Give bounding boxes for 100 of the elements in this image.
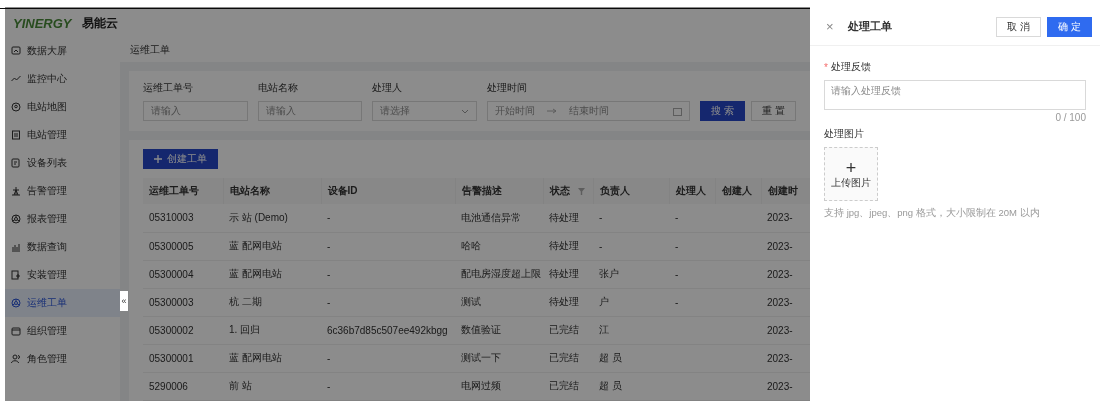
character-counter: 0 / 100 (1055, 112, 1086, 123)
field-label: 处理图片 (824, 127, 864, 141)
required-mark: * (824, 61, 828, 73)
table-cell: 超 员 (599, 352, 622, 363)
collapse-toggle[interactable]: « (120, 291, 128, 311)
filter-button[interactable]: 搜 索 (700, 101, 746, 121)
field-label: 电站名称 (257, 81, 299, 95)
column-header: 处理人 (669, 178, 715, 204)
close-button[interactable]: × (826, 19, 834, 34)
sidebar-item[interactable]: 角色管理 (5, 345, 120, 373)
sidebar-item[interactable]: 安装管理 (5, 261, 120, 289)
column-header: 运维工单号 (143, 178, 223, 204)
sidebar-item[interactable]: 设备列表 (5, 149, 120, 177)
sidebar-item[interactable]: 报表管理 (5, 205, 120, 233)
sidebar-item[interactable]: 电站管理 (5, 121, 120, 149)
cancel-button[interactable]: 取 消 (996, 16, 1042, 37)
column-header: 创建人 (715, 178, 761, 204)
table-cell: - (327, 380, 331, 392)
table-cell: 数值验证 (461, 324, 501, 335)
table-cell: 2023- (767, 296, 793, 308)
table-cell: 05300003 (149, 296, 194, 308)
table-cell: 2023- (767, 212, 793, 224)
table-cell: 2023- (767, 240, 793, 252)
table-cell: 户 (599, 296, 609, 307)
table-cell: 测试 (461, 296, 481, 307)
folder-icon (11, 326, 21, 336)
table-cell: - (327, 296, 331, 308)
table-cell: - (675, 296, 679, 308)
table-cell: 已完结 (549, 352, 579, 363)
feedback-textarea[interactable]: 请输入处理反馈 (824, 80, 1086, 110)
arrow-right-icon (546, 108, 557, 114)
table-cell: 蓝 配网电站 (229, 268, 282, 279)
table-cell: 江 (599, 324, 609, 335)
table-cell: 2023- (767, 352, 793, 364)
confirm-button[interactable]: 确 定 (1047, 16, 1092, 37)
column-header: 负责人 (593, 178, 669, 204)
column-header: 创建时 (761, 178, 810, 204)
table-cell: 05300004 (149, 268, 194, 280)
building-icon (11, 130, 21, 140)
table-cell: - (327, 268, 331, 280)
table-cell: - (327, 240, 331, 252)
field-label: 处理人 (372, 81, 404, 95)
table-cell: 待处理 (549, 240, 579, 251)
table-cell: 蓝 配网电站 (229, 240, 282, 251)
table-cell: 05300005 (149, 240, 194, 252)
column-header: 状态 (543, 178, 593, 204)
sidebar-item[interactable]: 运维工单 (5, 289, 120, 317)
sidebar-item[interactable]: 组织管理 (5, 317, 120, 345)
table-cell: 张户 (599, 268, 619, 279)
upload-button[interactable]: + 上传图片 (824, 147, 878, 201)
brand-name: 易能云 (81, 14, 118, 32)
column-header: 告警描述 (455, 178, 543, 204)
sidebar-item[interactable]: 数据大屏 (5, 37, 120, 65)
field-label: 运维工单号 (143, 81, 194, 95)
drawer-title: 处理工单 (847, 19, 892, 34)
table-cell: 2023- (767, 324, 793, 336)
table-cell: 待处理 (549, 296, 579, 307)
calendar-icon (673, 106, 683, 116)
wheel-icon (11, 214, 21, 224)
plus-icon (154, 155, 162, 163)
users-icon (11, 354, 21, 364)
tower-icon (11, 186, 21, 196)
document-icon (11, 158, 21, 168)
table-cell: 05300001 (149, 352, 194, 364)
table-cell: - (675, 212, 679, 224)
table-cell: 6c36b7d85c507ee492kbgg (327, 324, 448, 336)
table-cell: 杭 二期 (229, 296, 262, 307)
field-label: 处理时间 (486, 81, 528, 95)
table-cell: - (599, 212, 603, 224)
logo: YINERGY (13, 15, 72, 31)
table-cell: - (675, 268, 679, 280)
create-button[interactable]: 创建工单 (143, 149, 218, 169)
sidebar-item[interactable]: 电站地图 (5, 93, 120, 121)
sidebar-item[interactable]: 数据查询 (5, 233, 120, 261)
table-cell: 哈哈 (461, 240, 481, 251)
column-header: 电站名称 (223, 178, 321, 204)
filter-icon[interactable] (577, 187, 585, 195)
table-cell: 前 站 (229, 380, 252, 391)
table-cell: 待处理 (549, 268, 579, 279)
upload-hint: 支持 jpg、jpeg、png 格式，大小限制在 20M 以内 (824, 207, 1041, 220)
sidebar-item[interactable]: 监控中心 (5, 65, 120, 93)
breadcrumb: 运维工单 (130, 42, 170, 57)
table-cell: - (327, 352, 331, 364)
table-cell: 配电房湿度超上限 (461, 268, 541, 279)
chevron-down-icon (460, 108, 469, 114)
wheel-icon (11, 298, 21, 308)
filter-button[interactable]: 重 置 (751, 101, 796, 121)
table-cell: 1. 回归 (229, 324, 261, 335)
table-cell: 待处理 (549, 211, 579, 223)
table-cell: 示 站 (Demo) (229, 211, 288, 223)
table-cell: 电网过频 (461, 380, 501, 391)
table-cell: 电池通信异常 (461, 211, 521, 223)
bar-chart-icon (11, 242, 21, 252)
table-cell: 蓝 配网电站 (229, 352, 282, 363)
sidebar-item[interactable]: 告警管理 (5, 177, 120, 205)
field-label: 处理反馈 (830, 60, 871, 74)
table-cell: 测试一下 (461, 352, 501, 363)
table-cell: 05300002 (149, 324, 194, 336)
table-cell: 05310003 (149, 212, 194, 224)
table-cell: - (599, 240, 603, 252)
